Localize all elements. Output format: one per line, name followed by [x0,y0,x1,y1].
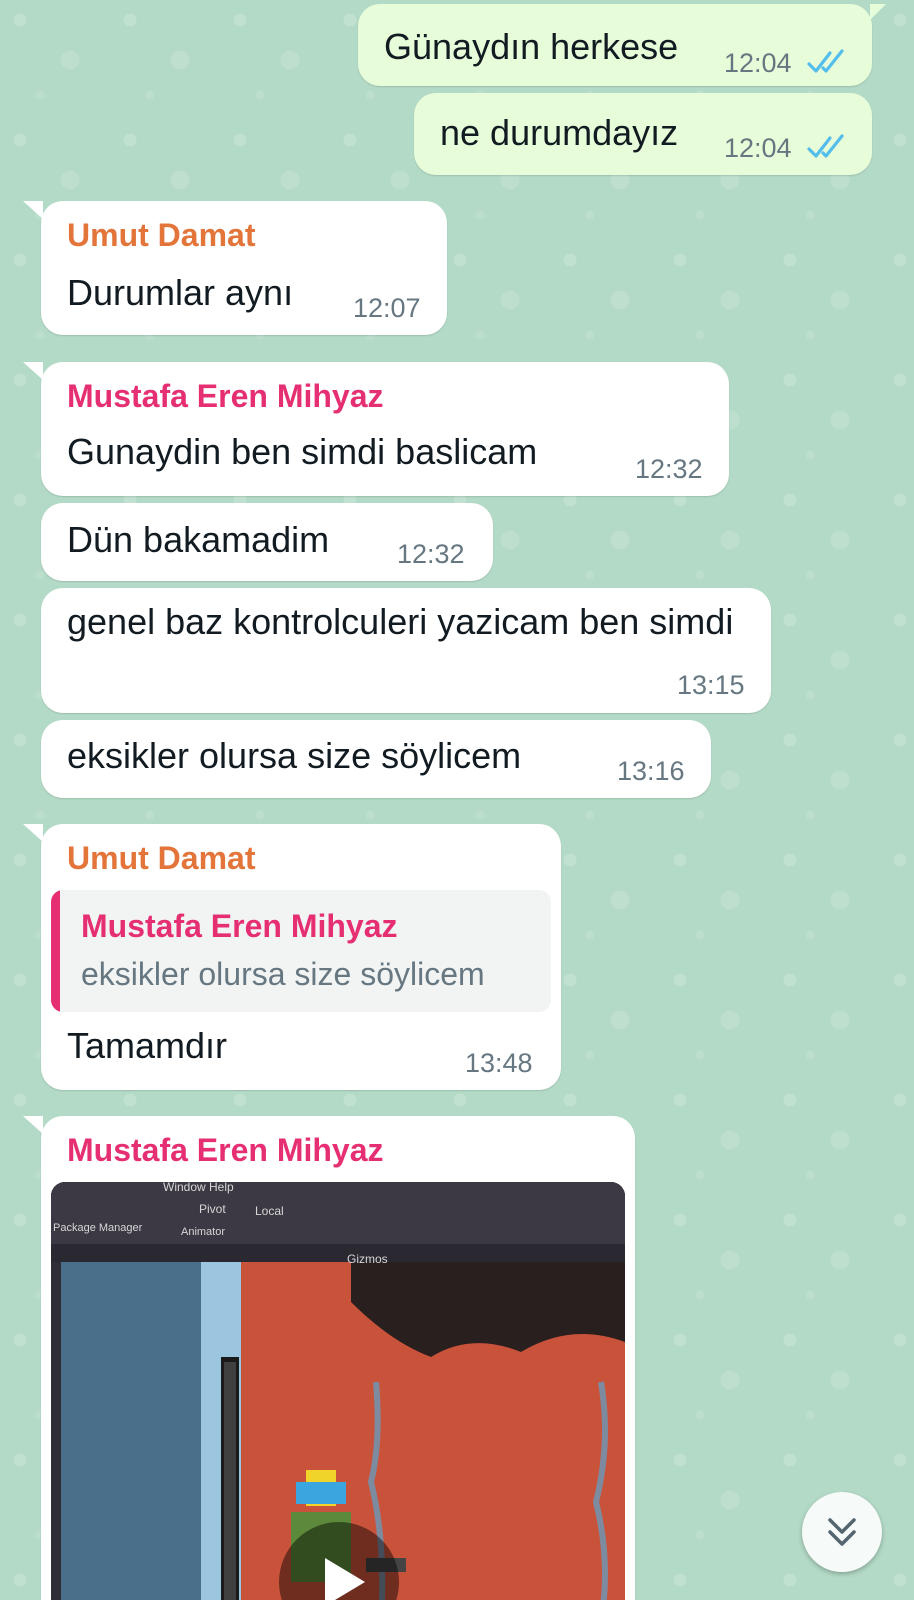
play-button[interactable] [279,1522,399,1600]
scroll-to-bottom-button[interactable] [802,1492,882,1572]
video-thumbnail[interactable]: Window Help Pivot Local Package Manager … [51,1182,625,1600]
message-time: 12:32 [635,454,703,484]
sender-name[interactable]: Umut Damat [67,840,255,877]
quote-accent-bar [51,890,60,1012]
video-animator-text: Animator [181,1226,226,1238]
double-chevron-down-icon [828,1518,856,1546]
message-time: 12:04 [724,48,792,78]
sender-name[interactable]: Mustafa Eren Mihyaz [67,378,384,415]
video-menu-text: Window Help [163,1182,234,1194]
quoted-sender-name: Mustafa Eren Mihyaz [81,908,398,944]
video-gizmos-text: Gizmos [347,1252,388,1266]
message-bubble-incoming[interactable]: Dün bakamadim 12:32 [41,503,493,581]
message-bubble-incoming[interactable]: Mustafa Eren Mihyaz Gunaydin ben simdi b… [23,362,729,496]
message-time: 13:15 [677,670,745,700]
double-check-icon [807,134,844,158]
message-text: eksikler olursa size söylicem [67,735,522,776]
message-text: Gunaydin ben simdi baslicam [67,431,538,472]
message-bubble-incoming[interactable]: genel baz kontrolculeri yazicam ben simd… [41,588,771,713]
message-bubble-incoming[interactable]: eksikler olursa size söylicem 13:16 [41,720,711,798]
sender-name[interactable]: Umut Damat [67,217,255,254]
message-text: Tamamdır [67,1025,228,1066]
quoted-text: eksikler olursa size söylicem [81,956,485,992]
message-time: 12:04 [724,133,792,163]
message-bubble-incoming-video[interactable]: Mustafa Eren Mihyaz Window Help Pivot Lo… [23,1116,635,1600]
message-text: genel baz kontrolculeri yazicam ben simd… [67,601,734,642]
sender-name[interactable]: Mustafa Eren Mihyaz [67,1132,384,1169]
message-text: Durumlar aynı [67,272,294,313]
video-pivot-text: Pivot [199,1202,226,1216]
message-text: Dün bakamadim [67,519,330,560]
message-bubble-incoming[interactable]: Umut Damat Durumlar aynı 12:07 [23,201,447,335]
message-bubble-outgoing[interactable]: ne durumdayız 12:04 [414,93,872,175]
message-text: Günaydın herkese [384,26,679,67]
quoted-message[interactable]: Mustafa Eren Mihyaz eksikler olursa size… [51,890,551,1012]
message-text: ne durumdayız [440,112,679,153]
double-check-icon [807,49,844,73]
video-local-text: Local [255,1204,284,1218]
message-time: 12:07 [353,293,421,323]
message-bubble-incoming-reply[interactable]: Umut Damat Mustafa Eren Mihyaz eksikler … [23,824,561,1090]
video-package-manager-text: Package Manager [53,1222,143,1234]
message-time: 13:16 [617,756,685,786]
message-time: 13:48 [465,1048,533,1078]
play-icon [325,1558,365,1600]
message-bubble-outgoing[interactable]: Günaydın herkese 12:04 [358,4,886,86]
message-time: 12:32 [397,539,465,569]
